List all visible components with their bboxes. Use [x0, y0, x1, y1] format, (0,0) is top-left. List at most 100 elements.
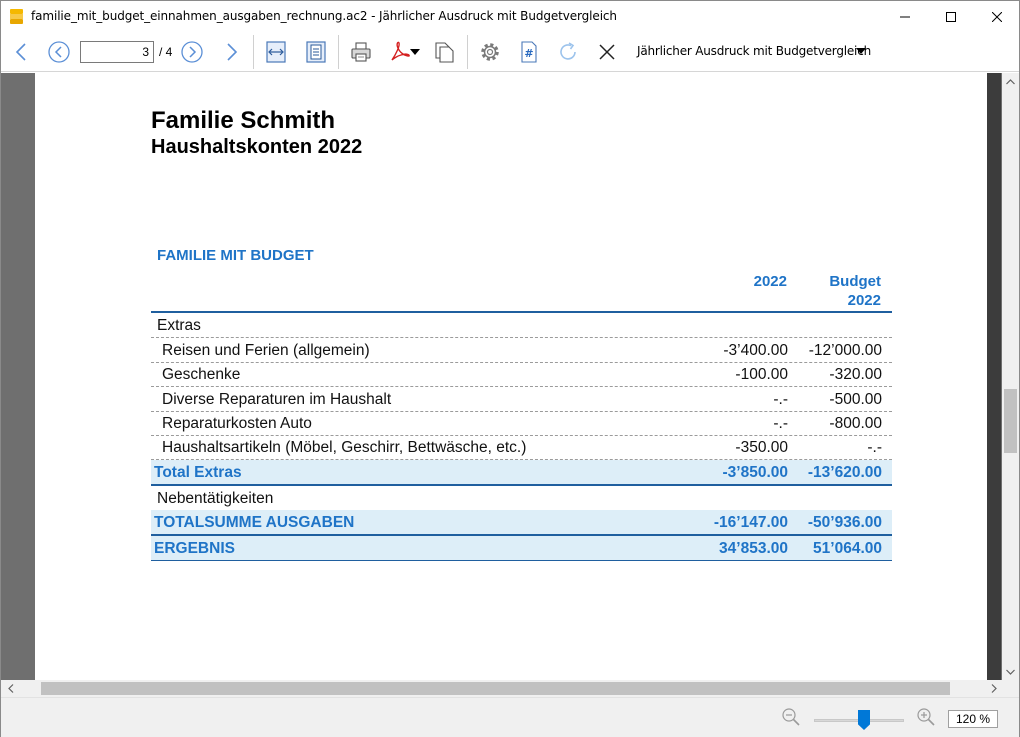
window-title: familie_mit_budget_einnahmen_ausgaben_re… [31, 9, 617, 23]
prev-page-icon [47, 40, 71, 64]
row-value-budget: 51’064.00 [813, 540, 882, 557]
row-value-2022: -16’147.00 [713, 514, 788, 531]
row-value-budget: -500.00 [829, 391, 882, 408]
row-label: Diverse Reparaturen im Haushalt [162, 391, 392, 408]
row-value-budget: -320.00 [829, 366, 882, 383]
result-row: ERGEBNIS 34’853.00 51’064.00 [151, 536, 892, 561]
total-row: Total Extras -3’850.00 -13’620.00 [151, 460, 892, 486]
zoom-level-field[interactable]: 120 % [948, 710, 998, 728]
zoom-slider-handle[interactable] [858, 710, 870, 730]
fit-page-icon [304, 40, 328, 64]
print-preview-area: Familie Schmith Haushaltskonten 2022 FAM… [1, 73, 1002, 680]
settings-icon [478, 40, 502, 64]
close-preview-button[interactable] [593, 38, 621, 66]
maximize-button[interactable] [928, 1, 974, 32]
row-label: TOTALSUMME AUSGABEN [154, 514, 355, 531]
fit-width-icon [264, 40, 288, 64]
fit-width-button[interactable] [262, 38, 290, 66]
chevron-down-icon [410, 48, 420, 56]
zoom-in-icon [916, 708, 936, 731]
row-value-2022: -100.00 [735, 366, 788, 383]
report-page: Familie Schmith Haushaltskonten 2022 FAM… [35, 73, 987, 680]
row-label: ERGEBNIS [154, 540, 235, 557]
table-row: Diverse Reparaturen im Haushalt -.- -500… [151, 387, 892, 412]
copy-icon [432, 40, 456, 64]
window-close-button[interactable] [974, 1, 1020, 32]
table-row: Haushaltsartikeln (Möbel, Geschirr, Bett… [151, 435, 892, 460]
row-label: Extras [157, 317, 201, 334]
status-bar: 120 % [1, 697, 1019, 737]
print-button[interactable] [347, 38, 375, 66]
scroll-right-button[interactable] [985, 680, 1002, 697]
zoom-out-icon [781, 708, 801, 731]
row-label: Geschenke [162, 366, 241, 383]
vertical-scrollbar[interactable] [1002, 73, 1019, 680]
row-label: Reisen und Ferien (allgemein) [162, 342, 370, 359]
row-value-2022: -3’850.00 [722, 464, 789, 481]
toolbar-separator [467, 35, 468, 69]
report-title: Familie Schmith [151, 107, 336, 134]
page-shadow [987, 73, 1001, 680]
row-value-2022: -.- [773, 415, 788, 432]
row-label: Haushaltsartikeln (Möbel, Geschirr, Bett… [162, 439, 527, 456]
table-row: Extras [151, 313, 892, 338]
scroll-left-button[interactable] [2, 680, 19, 697]
fit-page-button[interactable] [302, 38, 330, 66]
row-value-2022: -3’400.00 [723, 342, 788, 359]
page-number-input[interactable]: 3 [80, 41, 154, 63]
copy-button[interactable] [430, 38, 458, 66]
next-page-button[interactable] [178, 38, 206, 66]
row-value-budget: -13’620.00 [807, 464, 882, 481]
row-value-budget: -.- [867, 439, 882, 456]
page-total: / 4 [159, 45, 173, 59]
column-header-2022: 2022 [753, 273, 787, 290]
total-row: TOTALSUMME AUSGABEN -16’147.00 -50’936.0… [151, 510, 892, 536]
row-value-2022: 34’853.00 [719, 540, 788, 557]
section-title: FAMILIE MIT BUDGET [157, 247, 314, 264]
app-window: familie_mit_budget_einnahmen_ausgaben_re… [0, 0, 1020, 737]
toolbar: 3 / 4 # Jährlicher Ausdruck mit Budgetve… [1, 32, 1019, 72]
refresh-button[interactable] [554, 38, 582, 66]
row-value-budget: -12’000.00 [808, 342, 882, 359]
report-subtitle: Haushaltskonten 2022 [151, 136, 363, 158]
column-header-budget-line1: Budget [829, 273, 881, 290]
hash-button[interactable]: # [515, 38, 543, 66]
previous-page-button[interactable] [45, 38, 73, 66]
title-bar: familie_mit_budget_einnahmen_ausgaben_re… [1, 1, 1019, 32]
settings-button[interactable] [476, 38, 504, 66]
horizontal-scroll-thumb[interactable] [41, 682, 950, 695]
zoom-in-button[interactable] [916, 707, 936, 732]
table-row: Geschenke -100.00 -320.00 [151, 362, 892, 387]
next-page-icon [180, 40, 204, 64]
row-value-2022: -.- [773, 391, 788, 408]
app-icon [10, 9, 23, 24]
pdf-dropdown-button[interactable] [407, 38, 423, 66]
scroll-up-button[interactable] [1002, 73, 1019, 90]
table-row: Nebentätigkeiten [151, 486, 892, 511]
minimize-button[interactable] [882, 1, 928, 32]
row-label: Reparaturkosten Auto [162, 415, 312, 432]
forward-button[interactable] [218, 38, 246, 66]
zoom-out-button[interactable] [781, 707, 801, 732]
back-icon [14, 42, 28, 62]
row-label: Nebentätigkeiten [157, 490, 274, 507]
column-header-budget-line2: 2022 [847, 292, 881, 309]
table-row: Reisen und Ferien (allgemein) -3’400.00 … [151, 338, 892, 363]
vertical-scroll-thumb[interactable] [1004, 389, 1017, 453]
row-label: Total Extras [154, 464, 242, 481]
hash-icon: # [517, 40, 541, 64]
column-header-budget: Budget 2022 [775, 272, 881, 310]
row-value-budget: -800.00 [829, 415, 882, 432]
toolbar-separator [253, 35, 254, 69]
close-icon [597, 42, 617, 62]
row-value-2022: -350.00 [735, 439, 788, 456]
refresh-icon [556, 40, 580, 64]
back-button[interactable] [7, 38, 35, 66]
chevron-down-icon[interactable] [856, 48, 866, 54]
print-icon [349, 40, 373, 64]
forward-icon [225, 42, 239, 62]
svg-text:#: # [524, 47, 533, 60]
toolbar-separator [338, 35, 339, 69]
scroll-down-button[interactable] [1002, 663, 1019, 680]
layout-select[interactable]: Jährlicher Ausdruck mit Budgetvergleich [637, 44, 871, 58]
